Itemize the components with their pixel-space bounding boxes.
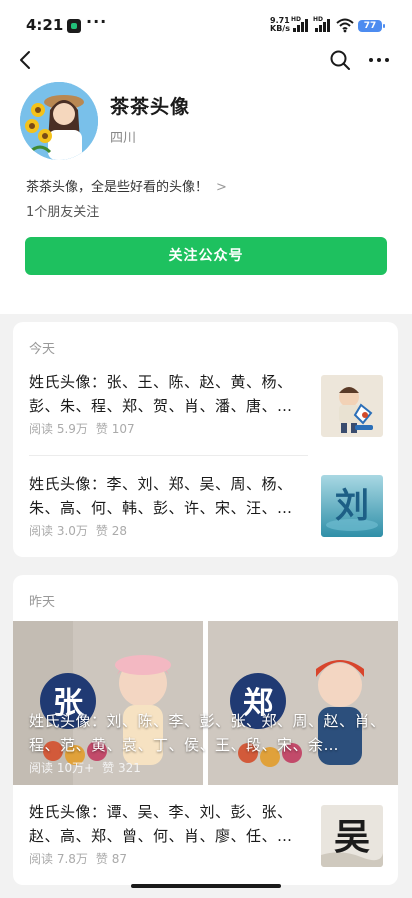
article-meta: 阅读 3.0万赞 28 bbox=[29, 522, 304, 539]
article-title[interactable]: 姓氏头像：谭、吴、李、刘、彭、张、赵、高、郑、曾、何、肖、廖、任、… bbox=[29, 800, 304, 848]
home-indicator[interactable] bbox=[131, 884, 281, 888]
more-notifications-icon: ··· bbox=[86, 12, 108, 31]
featured-title[interactable]: 姓氏头像：刘、陈、李、彭、张、郑、周、赵、肖、程、范、黄、袁、丁、侯、王、段、宋… bbox=[29, 709, 389, 757]
account-region: 四川 bbox=[110, 131, 137, 146]
search-icon[interactable] bbox=[328, 48, 352, 72]
follow-button[interactable]: 关注公众号 bbox=[25, 237, 387, 275]
account-name: 茶茶头像 bbox=[110, 96, 191, 118]
signal-2-hd: HD bbox=[313, 16, 324, 23]
signal-2-icon: HD bbox=[313, 16, 331, 32]
account-avatar[interactable] bbox=[20, 82, 98, 160]
divider bbox=[29, 455, 308, 456]
article-title[interactable]: 姓氏头像：李、刘、郑、吴、周、杨、朱、高、何、韩、彭、许、宋、汪、… bbox=[29, 472, 304, 520]
account-description[interactable]: 茶茶头像，全是些好看的头像！ > bbox=[26, 176, 227, 195]
article-reads: 阅读 3.0万 bbox=[29, 524, 88, 538]
network-speed: 9.71 KB/s bbox=[270, 17, 290, 33]
thumbnail-char: 刘 bbox=[335, 486, 369, 526]
battery-icon: 77 bbox=[358, 20, 385, 32]
article-thumbnail[interactable]: 刘 bbox=[321, 475, 383, 537]
nav-bar bbox=[0, 44, 412, 78]
section-day-label: 昨天 bbox=[29, 595, 56, 610]
article-meta: 阅读 5.9万赞 107 bbox=[29, 420, 304, 437]
article-likes: 赞 28 bbox=[95, 524, 127, 538]
article-thumbnail[interactable]: 吴 bbox=[321, 805, 383, 867]
signal-1-hd: HD bbox=[291, 16, 302, 23]
account-description-text: 茶茶头像，全是些好看的头像！ bbox=[26, 180, 209, 195]
article-meta: 阅读 7.8万赞 87 bbox=[29, 850, 304, 867]
status-time: 4:21 bbox=[26, 16, 64, 34]
section-day-label: 今天 bbox=[29, 342, 56, 357]
article-item[interactable]: 姓氏头像：张、王、陈、赵、黄、杨、彭、朱、程、郑、贺、肖、潘、唐、… 阅读 5.… bbox=[29, 370, 304, 437]
article-likes: 赞 107 bbox=[95, 422, 135, 436]
status-bar: 4:21 ··· 9.71 KB/s HD HD 77 bbox=[0, 0, 412, 40]
featured-reads: 阅读 10万+ bbox=[29, 761, 95, 775]
friends-following: 1个朋友关注 bbox=[26, 205, 100, 220]
featured-meta: 阅读 10万+ 赞 321 bbox=[29, 759, 389, 776]
article-reads: 阅读 7.8万 bbox=[29, 852, 88, 866]
article-likes: 赞 87 bbox=[95, 852, 127, 866]
featured-overlay: 姓氏头像：刘、陈、李、彭、张、郑、周、赵、肖、程、范、黄、袁、丁、侯、王、段、宋… bbox=[29, 709, 389, 776]
app-notification-icon bbox=[67, 19, 81, 33]
featured-article[interactable]: 张 郑 姓氏头像：刘、陈、李、彭、张、郑、周、赵、肖、程、范、黄、袁、丁、侯、王… bbox=[13, 621, 398, 785]
thumbnail-char: 吴 bbox=[334, 816, 370, 858]
article-thumbnail[interactable] bbox=[321, 375, 383, 437]
chevron-right-icon: > bbox=[216, 180, 227, 195]
section-yesterday: 昨天 张 郑 姓氏头像：刘、陈、李、彭、张、郑、周、赵、肖、程、范、黄、袁、丁、… bbox=[13, 575, 398, 885]
featured-likes: 赞 321 bbox=[102, 761, 141, 775]
article-item[interactable]: 姓氏头像：谭、吴、李、刘、彭、张、赵、高、郑、曾、何、肖、廖、任、… 阅读 7.… bbox=[29, 800, 304, 867]
article-reads: 阅读 5.9万 bbox=[29, 422, 88, 436]
network-speed-unit: KB/s bbox=[270, 24, 290, 33]
article-title[interactable]: 姓氏头像：张、王、陈、赵、黄、杨、彭、朱、程、郑、贺、肖、潘、唐、… bbox=[29, 370, 304, 418]
wifi-icon bbox=[336, 18, 354, 33]
battery-level: 77 bbox=[363, 21, 377, 31]
back-arrow-icon[interactable] bbox=[14, 48, 38, 72]
section-today: 今天 姓氏头像：张、王、陈、赵、黄、杨、彭、朱、程、郑、贺、肖、潘、唐、… 阅读… bbox=[13, 322, 398, 557]
more-icon[interactable] bbox=[365, 48, 393, 72]
signal-1-icon: HD bbox=[291, 16, 309, 32]
article-item[interactable]: 姓氏头像：李、刘、郑、吴、周、杨、朱、高、何、韩、彭、许、宋、汪、… 阅读 3.… bbox=[29, 472, 304, 539]
